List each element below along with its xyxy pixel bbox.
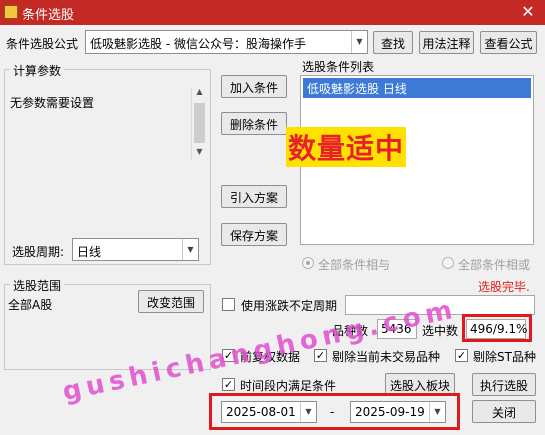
selected-count-label: 选中数 (422, 324, 459, 338)
period-label: 选股周期: (12, 245, 65, 259)
save-scheme-button[interactable]: 保存方案 (221, 223, 287, 246)
date-range-highlight (209, 393, 460, 430)
view-formula-button[interactable]: 查看公式 (480, 31, 537, 54)
close-button[interactable]: 关闭 (472, 400, 536, 423)
change-range-button[interactable]: 改变范围 (138, 290, 204, 313)
and-radio-label: 全部条件相与 (318, 258, 391, 272)
exclude-st-label: 剔除ST品种 (473, 350, 536, 364)
import-scheme-button[interactable]: 引入方案 (221, 185, 287, 208)
params-group-title: 计算参数 (10, 62, 65, 79)
scroll-down-icon[interactable]: ▼ (192, 147, 207, 161)
or-radio-label: 全部条件相或 (458, 258, 531, 272)
or-radio[interactable] (442, 257, 454, 269)
adjusted-data-checkbox[interactable]: ✓ (222, 349, 235, 362)
add-condition-button[interactable]: 加入条件 (221, 75, 287, 98)
usage-notes-button[interactable]: 用法注释 (419, 31, 474, 54)
close-icon[interactable]: ✕ (515, 1, 541, 23)
range-group-title: 选股范围 (10, 277, 65, 294)
and-radio[interactable] (302, 257, 314, 269)
delete-condition-button[interactable]: 删除条件 (221, 112, 287, 135)
time-period-label: 时间段内满足条件 (240, 379, 337, 393)
formula-label: 条件选股公式 (6, 37, 79, 51)
execute-button[interactable]: 执行选股 (472, 373, 536, 396)
find-button[interactable]: 查找 (373, 31, 413, 54)
kinds-count-label: 品种数 (332, 324, 369, 338)
scroll-up-icon[interactable]: ▲ (192, 87, 207, 101)
exclude-st-checkbox[interactable]: ✓ (455, 349, 468, 362)
use-zdt-period-label: 使用涨跌不定周期 (241, 299, 338, 313)
chevron-down-icon[interactable]: ▼ (182, 239, 198, 260)
condition-list-title: 选股条件列表 (302, 60, 375, 74)
title-bar: 条件选股 ✕ (0, 0, 545, 25)
params-scrollbar[interactable]: ▲ ▼ (191, 87, 206, 161)
zdt-period-input[interactable] (345, 295, 535, 315)
chevron-down-icon[interactable]: ▼ (351, 31, 367, 53)
exclude-non-trading-checkbox[interactable]: ✓ (314, 349, 327, 362)
params-text: 无参数需要设置 (10, 96, 95, 110)
exclude-non-trading-label: 剔除当前未交易品种 (332, 350, 441, 364)
formula-select-value: 低吸魅影选股 - 微信公众号：股海操作手 (90, 37, 306, 51)
list-item[interactable]: 低吸魅影选股 日线 (303, 78, 531, 98)
formula-select[interactable]: 低吸魅影选股 - 微信公众号：股海操作手 ▼ (85, 30, 368, 54)
use-zdt-period-checkbox[interactable] (222, 298, 235, 311)
period-value: 日线 (77, 245, 102, 259)
selected-count-highlight (462, 314, 532, 342)
window-title: 条件选股 (22, 8, 75, 23)
adjusted-data-label: 前复权数据 (240, 350, 301, 364)
scroll-thumb[interactable] (194, 103, 205, 143)
overlay-annotation: 数量适中 (286, 127, 407, 167)
status-text: 选股完毕. (478, 280, 530, 294)
range-value: 全部A股 (8, 298, 53, 312)
kinds-count-value: 5436 (377, 319, 417, 339)
period-select[interactable]: 日线 ▼ (72, 238, 199, 261)
time-period-checkbox[interactable]: ✓ (222, 378, 235, 391)
app-icon (4, 5, 18, 19)
